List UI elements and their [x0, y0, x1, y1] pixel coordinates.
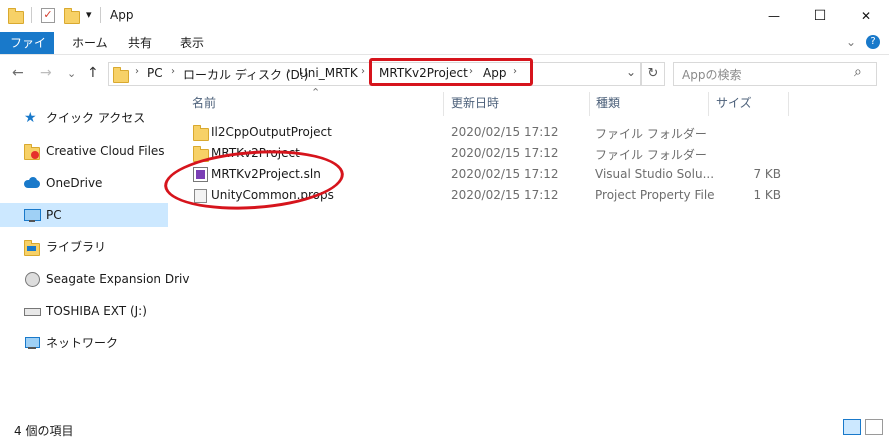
breadcrumb-separator[interactable]: › [361, 66, 365, 77]
drive-icon [24, 272, 40, 287]
file-name: Il2CppOutputProject [211, 125, 332, 139]
library-icon [24, 240, 40, 256]
file-row[interactable]: Il2CppOutputProject 2020/02/15 17:12 ファイ… [188, 122, 808, 143]
sidebar-item-label: ライブラリ [46, 240, 107, 254]
expand-ribbon-icon[interactable]: ⌄ [846, 35, 856, 49]
help-icon[interactable]: ? [866, 35, 880, 49]
address-dropdown-icon[interactable]: ⌄ [626, 65, 636, 79]
sidebar-item-creative-cloud[interactable]: Creative Cloud Files [0, 139, 168, 163]
column-divider[interactable] [443, 92, 444, 116]
sidebar-item-label: クイック アクセス [46, 111, 146, 125]
divider [31, 7, 32, 23]
breadcrumb-pc[interactable]: PC [147, 66, 163, 80]
tab-file[interactable]: ファイル [0, 32, 54, 72]
breadcrumb-uni-mrtk[interactable]: Uni_MRTK [299, 66, 358, 80]
sidebar-item-toshiba[interactable]: TOSHIBA EXT (J:) [0, 299, 168, 323]
column-header-type[interactable]: 種類 [596, 94, 620, 111]
customize-quick-access-icon[interactable]: ▾ [86, 8, 92, 21]
large-icons-view-icon[interactable] [865, 419, 883, 435]
divider [100, 7, 101, 23]
star-icon: ★ [24, 110, 37, 126]
sidebar-item-label: Creative Cloud Files [46, 144, 165, 158]
drive-icon [24, 304, 41, 318]
breadcrumb-separator[interactable]: › [135, 66, 139, 77]
sidebar-item-label: OneDrive [46, 176, 103, 190]
sidebar-item-quick-access[interactable]: ★ クイック アクセス [0, 106, 168, 130]
navigation-pane: ★ クイック アクセス Creative Cloud Files OneDriv… [0, 92, 189, 412]
sidebar-item-label: ネットワーク [46, 336, 119, 350]
tab-home[interactable]: ホーム [62, 32, 118, 54]
annotation-rectangle [369, 58, 533, 86]
tab-share[interactable]: 共有 [118, 32, 162, 54]
folder-icon [8, 8, 24, 24]
sort-indicator-icon: ⌃ [311, 86, 321, 99]
new-folder-icon[interactable] [64, 8, 80, 24]
folder-icon [113, 67, 129, 83]
title-bar: ✓ ▾ App — ☐ ✕ [0, 0, 889, 32]
item-count: 4 個の項目 [14, 424, 74, 438]
file-type: ファイル フォルダー [595, 148, 707, 162]
column-divider[interactable] [788, 92, 789, 116]
search-icon[interactable]: ⌕ [854, 64, 862, 80]
tab-view[interactable]: 表示 [170, 32, 214, 54]
close-button[interactable]: ✕ [843, 0, 889, 32]
search-placeholder: Appの検索 [682, 68, 742, 82]
cloud-icon [24, 176, 40, 190]
file-size: 7 KB [753, 167, 781, 181]
search-input[interactable]: Appの検索 ⌕ [673, 62, 877, 86]
breadcrumb-separator[interactable]: › [171, 66, 175, 77]
column-divider[interactable] [589, 92, 590, 116]
folder-icon [193, 125, 209, 141]
file-size: 1 KB [753, 188, 781, 202]
file-type: ファイル フォルダー [595, 127, 707, 141]
sidebar-item-label: TOSHIBA EXT (J:) [46, 304, 147, 318]
up-arrow-icon[interactable]: ↑ [87, 65, 99, 81]
file-modified: 2020/02/15 17:12 [451, 167, 559, 181]
sidebar-item-library[interactable]: ライブラリ [0, 235, 168, 259]
status-bar: 4 個の項目 [0, 416, 889, 441]
ribbon-tabs: ファイル ホーム 共有 表示 ⌄ ? [0, 32, 889, 72]
sidebar-item-seagate[interactable]: Seagate Expansion Driv [0, 267, 189, 291]
maximize-button[interactable]: ☐ [797, 0, 843, 32]
details-view-icon[interactable] [843, 419, 861, 435]
file-modified: 2020/02/15 17:12 [451, 188, 559, 202]
network-icon [24, 336, 40, 350]
column-header-size[interactable]: サイズ [716, 94, 752, 111]
file-type: Visual Studio Solu... [595, 167, 715, 181]
window-title: App [110, 8, 134, 22]
properties-check-icon[interactable]: ✓ [41, 8, 55, 23]
forward-arrow-icon[interactable]: → [40, 65, 52, 81]
file-modified: 2020/02/15 17:12 [451, 125, 559, 139]
file-modified: 2020/02/15 17:12 [451, 146, 559, 160]
back-arrow-icon[interactable]: ← [12, 65, 24, 81]
column-header-modified[interactable]: 更新日時 [451, 94, 499, 111]
recent-locations-icon[interactable]: ⌄ [67, 67, 76, 80]
sidebar-item-network[interactable]: ネットワーク [0, 331, 168, 355]
creative-cloud-icon [24, 144, 40, 160]
minimize-button[interactable]: — [751, 0, 797, 32]
column-divider[interactable] [708, 92, 709, 116]
file-type: Project Property File [595, 188, 715, 202]
sidebar-item-label: Seagate Expansion Driv [46, 272, 190, 286]
sidebar-item-onedrive[interactable]: OneDrive [0, 171, 168, 195]
sidebar-item-pc[interactable]: PC [0, 203, 168, 227]
breadcrumb-separator[interactable]: › [287, 66, 291, 77]
column-header-name[interactable]: 名前 [192, 94, 216, 111]
refresh-icon[interactable]: ↻ [641, 62, 665, 86]
sidebar-item-label: PC [46, 208, 62, 222]
pc-icon [24, 208, 41, 222]
